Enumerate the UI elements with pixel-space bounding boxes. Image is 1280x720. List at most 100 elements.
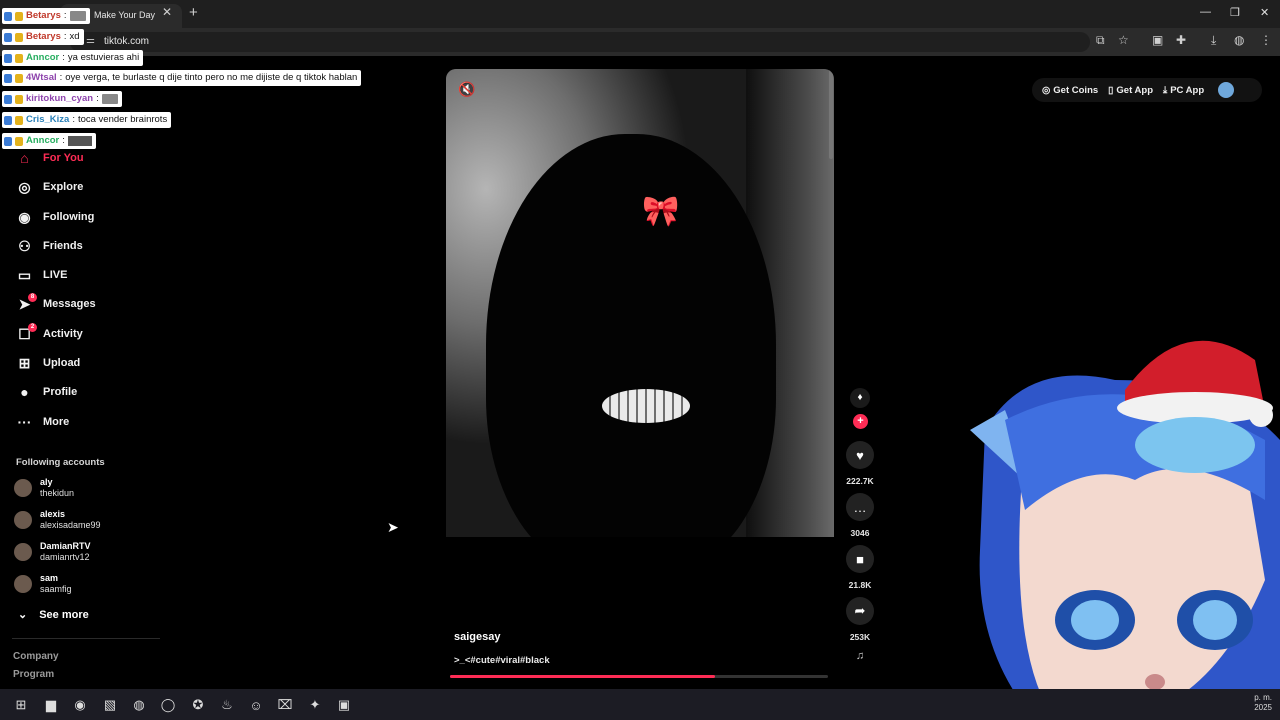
sidebar-item-friends[interactable]: ⚇ Friends	[16, 236, 83, 256]
install-app-icon[interactable]: ⧉	[1096, 33, 1105, 48]
messages-icon: ➤ 8	[16, 292, 37, 313]
see-more-button[interactable]: ⌄ See more	[18, 608, 89, 622]
mouse-cursor-icon: ➤	[387, 519, 399, 535]
account-name: sam	[40, 573, 59, 583]
site-settings-icon[interactable]: ⚌	[86, 35, 95, 46]
following-icon: ◉	[18, 208, 31, 225]
share-button[interactable]: ➦	[846, 597, 874, 625]
file-explorer-icon[interactable]: ▆	[41, 695, 61, 715]
chevron-down-icon: ⌄	[18, 609, 28, 621]
sidebar-item-following[interactable]: ◉ Following	[16, 207, 94, 227]
chrome-icon[interactable]: ◍	[129, 695, 149, 715]
save-button[interactable]: ■	[846, 545, 874, 573]
new-tab-icon[interactable]: +	[189, 4, 198, 21]
like-count: 222.7K	[846, 476, 874, 486]
vtuber-avatar-overlay	[970, 340, 1280, 720]
following-account[interactable]: DamianRTV damianrtv12	[14, 538, 91, 566]
activity-icon: ☐ 2	[16, 322, 37, 343]
following-account[interactable]: aly thekidun	[14, 474, 74, 502]
sidebar-item-profile[interactable]: ● Profile	[16, 382, 77, 402]
sidebar-item-label: Explore	[43, 181, 84, 193]
browser-app-icon[interactable]: ◉	[70, 695, 90, 715]
chat-text: toca vender brainrots	[77, 114, 168, 125]
chat-badge-icon	[4, 136, 12, 146]
bookmark-star-icon[interactable]: ☆	[1118, 33, 1129, 47]
sidebar-item-upload[interactable]: ⊞ Upload	[16, 353, 81, 373]
chat-username: Cris_Kiza	[26, 114, 70, 125]
sidebar-item-messages[interactable]: ➤ 8 Messages	[16, 292, 96, 314]
chat-separator: :	[63, 10, 67, 21]
chat-emote-icon	[101, 94, 118, 104]
heart-icon: ♥	[856, 447, 864, 463]
steam-icon[interactable]: ♨	[217, 695, 237, 715]
get-coins-button[interactable]: ◎ Get Coins	[1042, 85, 1098, 96]
upload-icon: ⊞	[18, 354, 31, 371]
footer-program-link[interactable]: Program	[13, 669, 54, 680]
close-window-icon[interactable]: ✕	[1260, 6, 1269, 19]
video-caption: >_<#cute#viral#black	[454, 655, 550, 666]
account-name: aly	[40, 477, 53, 487]
sidebar-item-activity[interactable]: ☐ 2 Activity	[16, 322, 83, 344]
account-handle: alexisadame99	[40, 520, 101, 530]
sidebar-item-label: Profile	[43, 386, 78, 398]
discord-icon[interactable]: ☺	[246, 695, 266, 715]
video-author[interactable]: saigesay	[454, 631, 500, 643]
sidebar-item-more[interactable]: ··· More	[16, 412, 70, 432]
sidebar-item-label: LIVE	[43, 269, 68, 281]
video-progress-fill	[450, 675, 715, 678]
taskbar-clock: p. m. 2025	[1236, 693, 1272, 713]
comment-button[interactable]: …	[846, 493, 874, 521]
top-actions-bar: ◎ Get Coins ▯ Get App ⤓ PC App	[1032, 78, 1262, 102]
video-player[interactable]: 🎀 🔇 saigesay >_<#cute#viral#black	[446, 69, 834, 680]
address-bar[interactable]	[70, 32, 1090, 52]
url-text[interactable]: tiktok.com	[104, 36, 149, 47]
comment-icon: …	[853, 499, 867, 515]
extension-icon[interactable]: ▣	[1152, 33, 1163, 47]
opera-icon[interactable]: ◯	[158, 695, 178, 715]
chat-username: kiritokun_cyan	[26, 93, 94, 104]
sidebar-item-for-you[interactable]: ⌂ For You	[16, 148, 83, 168]
chat-separator: :	[62, 135, 65, 146]
minimize-icon[interactable]: —	[1200, 6, 1211, 18]
get-app-button[interactable]: ▯ Get App	[1108, 85, 1153, 96]
chat-separator: :	[72, 114, 75, 125]
share-icon: ➦	[854, 603, 866, 618]
sidebar-item-label: Following	[43, 211, 95, 223]
chat-badge-icon	[4, 53, 12, 63]
restore-icon[interactable]: ❐	[1230, 6, 1240, 19]
extensions-puzzle-icon[interactable]: ✚	[1176, 33, 1186, 47]
windows-start-icon[interactable]: ⊞	[11, 695, 31, 715]
mute-icon[interactable]: 🔇	[458, 81, 475, 98]
comment-count: 3046	[850, 528, 870, 538]
following-account[interactable]: alexis alexisadame99	[14, 506, 101, 534]
following-account[interactable]: sam saamfig	[14, 570, 72, 598]
chat-separator: :	[63, 31, 67, 42]
app-icon-2[interactable]: ✪	[188, 695, 208, 715]
sidebar-item-label: Upload	[43, 357, 81, 369]
app-icon-5[interactable]: ▣	[334, 695, 354, 715]
app-icon[interactable]: ▧	[100, 695, 120, 715]
chat-username: 4Wtsal	[26, 72, 57, 83]
creator-avatar[interactable]: ♦	[850, 388, 870, 408]
browser-menu-icon[interactable]: ⋮	[1260, 33, 1272, 47]
video-progress-bar[interactable]	[450, 675, 828, 678]
account-handle: saamfig	[40, 584, 72, 594]
like-button[interactable]: ♥	[846, 441, 874, 469]
tab-close-icon[interactable]: ✕	[162, 5, 172, 19]
app-icon-4[interactable]: ✦	[305, 695, 325, 715]
account-handle: damianrtv12	[40, 552, 90, 562]
sidebar-item-explore[interactable]: ◎ Explore	[16, 177, 83, 197]
profile-avatar[interactable]	[1218, 82, 1235, 98]
video-dark-figure	[486, 134, 776, 574]
video-scrollbar[interactable]	[829, 69, 833, 159]
music-disc-icon[interactable]: ♫	[850, 650, 870, 676]
account-text: sam saamfig	[40, 573, 72, 595]
pc-app-button[interactable]: ⤓ PC App	[1163, 85, 1204, 96]
app-icon-3[interactable]: ⌧	[275, 695, 295, 715]
footer-company-link[interactable]: Company	[13, 651, 59, 662]
browser-profile-icon[interactable]: ◍	[1234, 33, 1244, 47]
download-icon[interactable]: ⤓	[1211, 33, 1216, 48]
follow-plus-button[interactable]: +	[853, 414, 868, 429]
sidebar-item-live[interactable]: ▭ LIVE	[16, 265, 68, 285]
profile-icon: ●	[20, 384, 29, 400]
